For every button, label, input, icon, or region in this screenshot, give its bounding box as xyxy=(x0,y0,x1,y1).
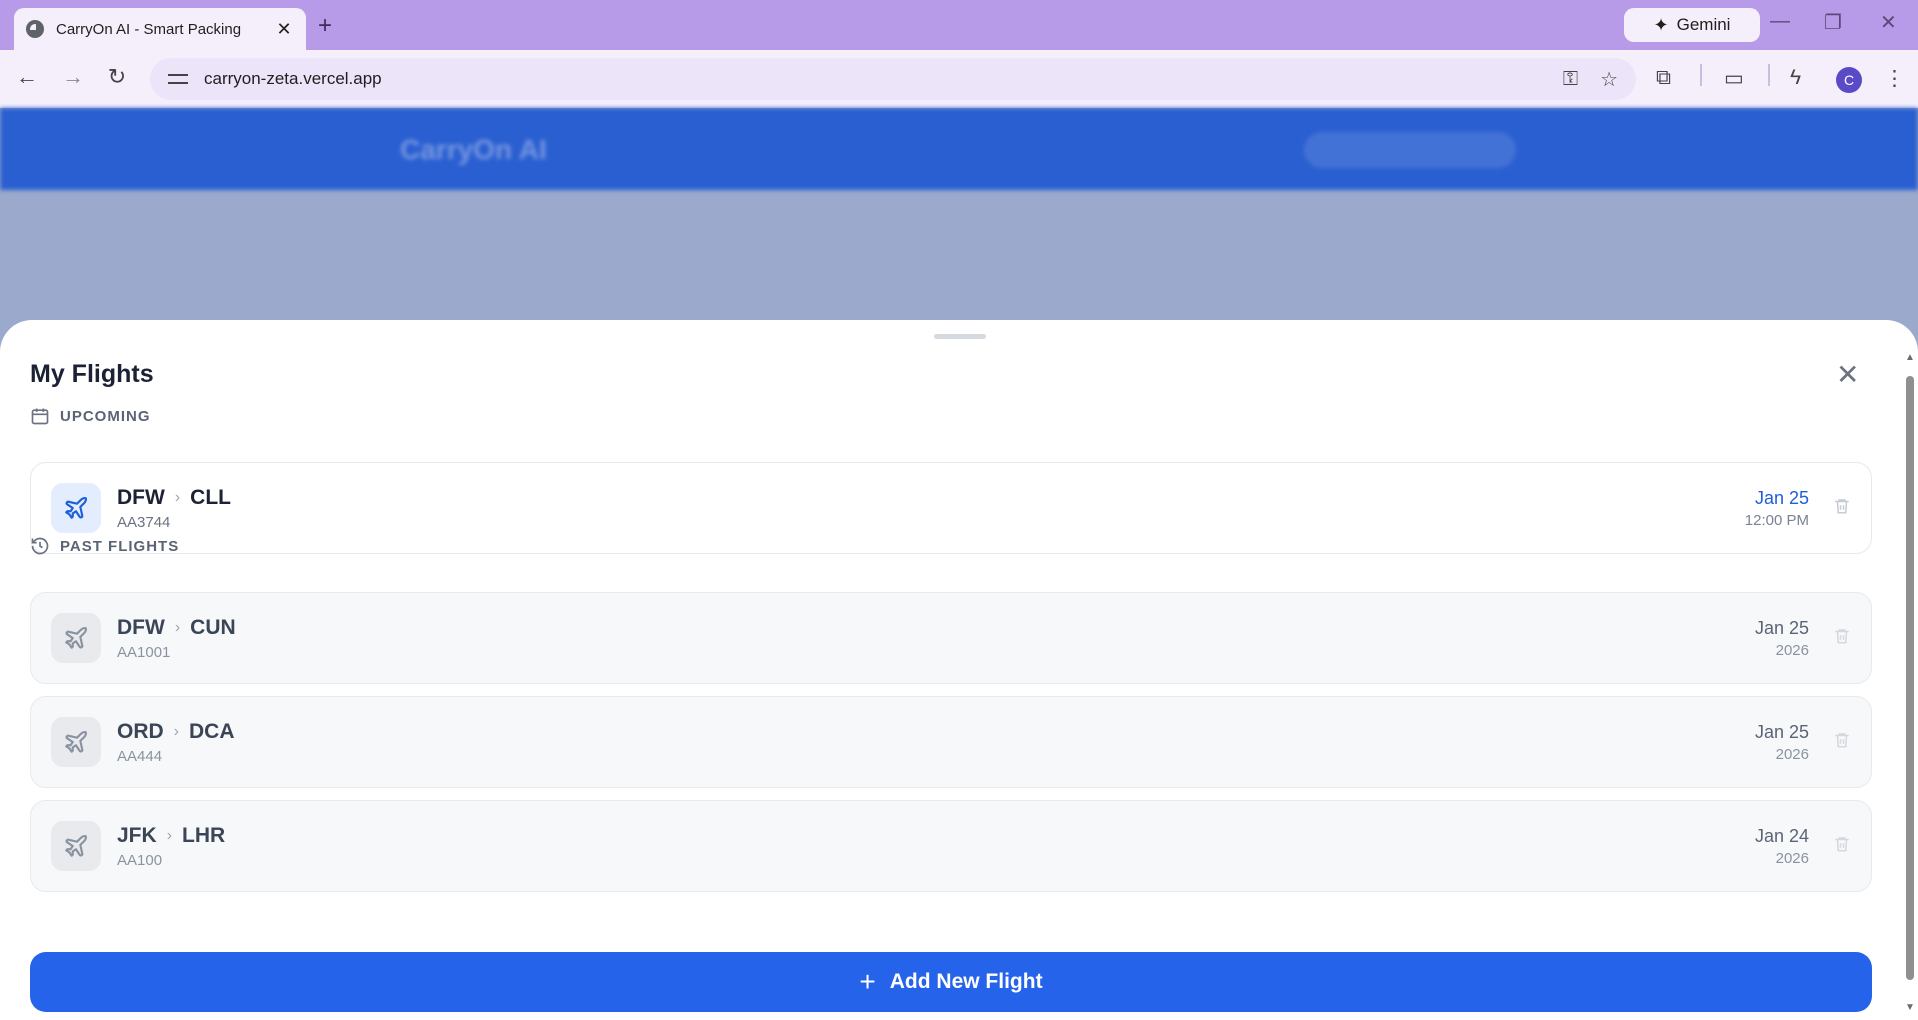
destination-code: DCA xyxy=(189,719,235,743)
divider xyxy=(1700,64,1702,86)
flight-number: AA444 xyxy=(117,747,163,765)
origin-code: DFW xyxy=(117,485,165,509)
upcoming-section-header: UPCOMING xyxy=(30,406,151,426)
flight-route: JFK › LHR AA100 xyxy=(117,824,1755,869)
site-settings-icon[interactable] xyxy=(168,71,188,87)
chevron-right-icon: › xyxy=(166,826,173,844)
browser-tab[interactable]: CarryOn AI - Smart Packing ✕ xyxy=(14,8,306,50)
tab-close-icon[interactable]: ✕ xyxy=(274,19,294,40)
flight-card-past[interactable]: DFW › CUN AA1001 Jan 25 2026 xyxy=(30,592,1872,684)
flight-time: 12:00 PM xyxy=(1744,511,1809,529)
plane-icon-box xyxy=(51,717,101,767)
drag-handle[interactable] xyxy=(934,334,986,339)
flight-date-day: Jan 25 xyxy=(1754,487,1809,508)
new-tab-button[interactable]: + xyxy=(318,12,332,40)
scrollbar-thumb[interactable] xyxy=(1906,376,1914,980)
back-icon[interactable]: ← xyxy=(12,64,42,90)
plane-icon-box xyxy=(51,483,101,533)
origin-code: ORD xyxy=(117,719,164,743)
sparkle-icon: ✦ xyxy=(1653,14,1669,35)
destination-code: CLL xyxy=(190,485,231,509)
app-brand: CarryOn AI xyxy=(400,134,547,165)
profile-avatar[interactable]: C xyxy=(1836,67,1862,93)
flight-year: 2026 xyxy=(1775,641,1809,659)
history-icon xyxy=(31,537,49,555)
cast-search-icon[interactable]: ▭ xyxy=(1724,66,1744,91)
flight-date-day: Jan 25 xyxy=(1754,721,1809,742)
trash-icon[interactable] xyxy=(1833,834,1851,859)
trash-icon[interactable] xyxy=(1833,730,1851,755)
flight-date-day: Jan 25 xyxy=(1754,617,1809,638)
bookmark-star-icon[interactable]: ☆ xyxy=(1600,67,1618,92)
flight-card-past[interactable]: ORD › DCA AA444 Jan 25 2026 xyxy=(30,696,1872,788)
origin-code: DFW xyxy=(117,615,165,639)
flight-date: Jan 25 2026 xyxy=(1755,618,1809,659)
destination-code: LHR xyxy=(182,823,226,847)
plane-icon xyxy=(65,834,88,857)
close-icon[interactable]: ✕ xyxy=(1836,358,1859,391)
flight-number: AA1001 xyxy=(117,643,171,661)
flight-number: AA100 xyxy=(117,851,163,869)
key-icon[interactable]: ⚿ xyxy=(1563,68,1578,91)
calendar-icon xyxy=(31,408,49,425)
plane-icon xyxy=(65,496,88,519)
minimize-icon[interactable]: — xyxy=(1770,10,1790,33)
app-header-blurred: CarryOn AI xyxy=(0,108,1918,190)
plane-icon xyxy=(65,730,88,753)
flight-date: Jan 25 12:00 PM xyxy=(1745,488,1809,529)
url-text[interactable]: carryon-zeta.vercel.app xyxy=(204,69,1541,89)
flight-number: AA3744 xyxy=(117,513,171,531)
upcoming-label: UPCOMING xyxy=(60,407,151,425)
flight-year: 2026 xyxy=(1775,745,1809,763)
address-bar[interactable]: carryon-zeta.vercel.app ⚿ ☆ xyxy=(150,58,1636,100)
my-flights-sheet: My Flights ✕ UPCOMING DFW › CLL AA3744 J… xyxy=(0,320,1918,1020)
scroll-up-icon[interactable]: ▲ xyxy=(1905,352,1915,363)
plane-icon xyxy=(65,626,88,649)
add-new-flight-label: Add New Flight xyxy=(889,970,1043,993)
flight-card-upcoming[interactable]: DFW › CLL AA3744 Jan 25 12:00 PM xyxy=(30,462,1872,554)
tab-title: CarryOn AI - Smart Packing xyxy=(56,20,242,38)
gemini-label: Gemini xyxy=(1676,15,1731,34)
restore-icon[interactable]: ❐ xyxy=(1824,10,1842,35)
browser-tab-bar: CarryOn AI - Smart Packing ✕ + ✦ Gemini … xyxy=(0,0,1918,50)
chevron-right-icon: › xyxy=(174,618,181,636)
reload-icon[interactable]: ↻ xyxy=(102,64,132,90)
globe-icon xyxy=(26,20,44,38)
origin-code: JFK xyxy=(117,823,157,847)
flight-date-day: Jan 24 xyxy=(1754,825,1809,846)
flight-route: DFW › CUN AA1001 xyxy=(117,616,1755,661)
flight-route: DFW › CLL AA3744 xyxy=(117,486,1745,531)
plus-icon: + xyxy=(859,966,876,997)
plane-icon-box xyxy=(51,821,101,871)
scrollbar[interactable]: ▲ ▼ xyxy=(1904,352,1916,1016)
flight-route: ORD › DCA AA444 xyxy=(117,720,1755,765)
performance-icon[interactable]: ϟ xyxy=(1790,66,1801,90)
scroll-down-icon[interactable]: ▼ xyxy=(1905,1002,1915,1013)
sheet-title: My Flights xyxy=(30,360,154,388)
past-flights-header: PAST FLIGHTS xyxy=(30,536,179,556)
menu-kebab-icon[interactable]: ⋮ xyxy=(1884,66,1905,91)
add-new-flight-button[interactable]: + Add New Flight xyxy=(30,952,1872,1012)
divider xyxy=(1738,14,1740,36)
chevron-right-icon: › xyxy=(174,488,181,506)
trash-icon[interactable] xyxy=(1833,496,1851,521)
divider xyxy=(1768,64,1770,86)
flight-year: 2026 xyxy=(1775,849,1809,867)
window-close-icon[interactable]: ✕ xyxy=(1880,10,1897,35)
trash-icon[interactable] xyxy=(1833,626,1851,651)
chevron-right-icon: › xyxy=(173,722,179,740)
forward-icon[interactable]: → xyxy=(58,64,88,90)
app-user-pill-blurred xyxy=(1304,132,1516,168)
past-flights-label: PAST FLIGHTS xyxy=(60,537,180,555)
flight-date: Jan 24 2026 xyxy=(1755,826,1809,867)
browser-toolbar: ← → ↻ carryon-zeta.vercel.app ⚿ ☆ ⧉ ▭ ϟ … xyxy=(0,50,1918,108)
flight-card-past[interactable]: JFK › LHR AA100 Jan 24 2026 xyxy=(30,800,1872,892)
flight-date: Jan 25 2026 xyxy=(1755,722,1809,763)
extensions-icon[interactable]: ⧉ xyxy=(1656,66,1671,90)
destination-code: CUN xyxy=(190,615,236,639)
plane-icon-box xyxy=(51,613,101,663)
